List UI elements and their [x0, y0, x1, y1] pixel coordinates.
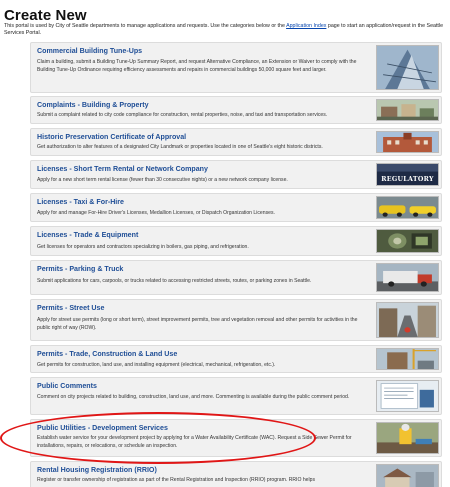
building-thumbnail — [376, 45, 439, 90]
card-title[interactable]: Complaints - Building & Property — [37, 101, 149, 109]
card-title[interactable]: Rental Housing Registration (RRIO) — [37, 466, 157, 474]
historic-building-thumbnail — [376, 131, 439, 153]
card-title[interactable]: Permits - Street Use — [37, 304, 104, 312]
card-description: Claim a building, submit a Building Tune… — [37, 59, 357, 73]
card-historic-preservation[interactable]: Historic Preservation Certificate of App… — [30, 128, 442, 156]
card-description: Submit a complaint related to city code … — [37, 112, 328, 118]
card-title[interactable]: Permits - Parking & Truck — [37, 265, 123, 273]
card-title[interactable]: Commercial Building Tune-Ups — [37, 47, 142, 55]
street-thumbnail — [376, 302, 439, 338]
card-description: Apply for and manage For-Hire Driver's L… — [37, 210, 275, 216]
card-description: Apply for street use permits (long or sh… — [37, 317, 358, 331]
application-index-link[interactable]: Application Index — [286, 23, 326, 29]
neighborhood-thumbnail — [376, 99, 439, 121]
regulatory-sign-text: REGULATORY — [381, 176, 434, 183]
card-licenses-taxi-for-hire[interactable]: Licenses - Taxi & For-Hire Apply for and… — [30, 193, 442, 222]
card-title[interactable]: Permits - Trade, Construction & Land Use — [37, 350, 177, 358]
equipment-thumbnail — [376, 229, 439, 253]
card-rental-housing-registration[interactable]: Rental Housing Registration (RRIO) Regis… — [30, 461, 442, 487]
card-description: Apply for a new short term rental licens… — [37, 177, 288, 183]
intro-text-before: This portal is used by City of Seattle d… — [4, 23, 287, 29]
card-description: Register or transfer ownership of regist… — [37, 477, 316, 483]
taxi-thumbnail — [376, 196, 439, 219]
housing-thumbnail — [376, 464, 439, 487]
card-description: Comment on city projects related to buil… — [37, 394, 350, 400]
card-public-comments[interactable]: Public Comments Comment on city projects… — [30, 377, 442, 415]
card-permits-trade-construction-land-use[interactable]: Permits - Trade, Construction & Land Use… — [30, 345, 442, 373]
card-complaints-building-property[interactable]: Complaints - Building & Property Submit … — [30, 96, 442, 124]
card-description: Establish water service for your develop… — [37, 435, 352, 449]
card-description: Get licenses for operators and contracto… — [37, 244, 249, 250]
card-public-utilities-development-services[interactable]: Public Utilities - Development Services … — [30, 419, 442, 457]
utility-worker-thumbnail — [376, 422, 439, 454]
page-title: Create New — [4, 7, 87, 24]
card-title[interactable]: Public Utilities - Development Services — [37, 424, 168, 432]
regulatory-sign-thumbnail: REGULATORY — [376, 163, 439, 186]
card-title[interactable]: Public Comments — [37, 382, 97, 390]
card-title[interactable]: Licenses - Trade & Equipment — [37, 231, 138, 239]
card-description: Submit applications for cars, carpools, … — [37, 278, 312, 284]
document-thumbnail — [376, 380, 439, 412]
card-licenses-short-term-rental[interactable]: Licenses - Short Term Rental or Network … — [30, 160, 442, 189]
intro-text: This portal is used by City of Seattle d… — [4, 23, 444, 37]
card-title[interactable]: Historic Preservation Certificate of App… — [37, 133, 186, 141]
card-licenses-trade-equipment[interactable]: Licenses - Trade & Equipment Get license… — [30, 226, 442, 256]
card-title[interactable]: Licenses - Short Term Rental or Network … — [37, 165, 208, 173]
truck-thumbnail — [376, 263, 439, 292]
card-description: Get permits for construction, land use, … — [37, 362, 276, 368]
card-description: Get authorization to alter features of a… — [37, 144, 323, 150]
card-permits-parking-truck[interactable]: Permits - Parking & Truck Submit applica… — [30, 260, 442, 295]
card-title[interactable]: Licenses - Taxi & For-Hire — [37, 198, 124, 206]
construction-thumbnail — [376, 348, 439, 370]
card-permits-street-use[interactable]: Permits - Street Use Apply for street us… — [30, 299, 442, 341]
card-commercial-building-tune-ups[interactable]: Commercial Building Tune-Ups Claim a bui… — [30, 42, 442, 93]
